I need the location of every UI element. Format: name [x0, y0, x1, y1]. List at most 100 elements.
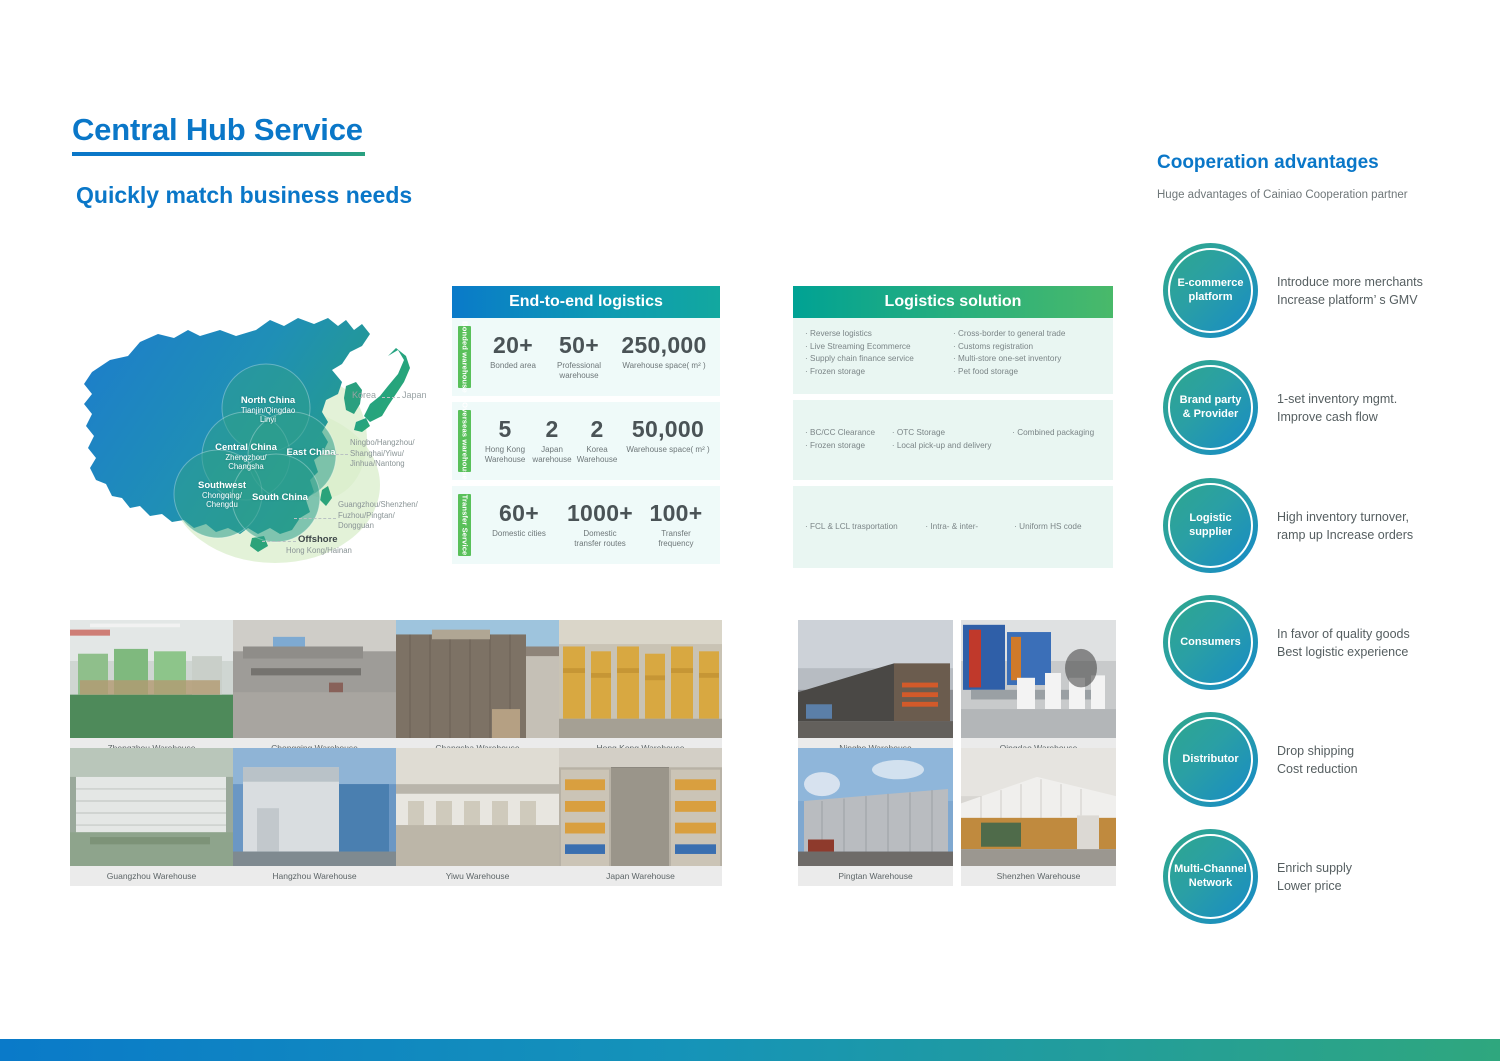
- map-offshore-name: Offshore: [298, 534, 338, 545]
- logistics-solution-panel: Logistics solution · Reverse logistics ·…: [793, 286, 1113, 568]
- stat-block: 60+ Domestic cities: [480, 500, 558, 539]
- e2e-tab-label: Bonded warehouse: [460, 321, 469, 393]
- title-underline: [72, 152, 365, 156]
- advantage-text: High inventory turnover, ramp up Increas…: [1277, 509, 1414, 542]
- stat-label: Domestic transfer routes: [574, 529, 626, 549]
- stat-number: 50+: [559, 331, 599, 358]
- ls-item: · BC/CC Clearance: [805, 428, 876, 438]
- warehouse-photo: [233, 620, 396, 738]
- ls-column: · Combined packaging: [1012, 427, 1101, 452]
- warehouse-card[interactable]: Changsha Warehouse: [396, 620, 559, 758]
- ls-column: · Reverse logistics · Live Streaming Eco…: [805, 328, 953, 379]
- warehouse-card[interactable]: Guangzhou Warehouse: [70, 748, 233, 886]
- warehouse-card[interactable]: Hong Kong Warehouse: [559, 620, 722, 758]
- ls-column: · Cross-border to general trade · Custom…: [953, 328, 1101, 379]
- end-to-end-logistics-panel: End-to-end logistics Bonded warehouse 20…: [452, 286, 720, 564]
- stat-label: Bonded area: [490, 361, 536, 371]
- advantage-label: Multi-Channel Network: [1174, 863, 1247, 889]
- advantage-text: 1-set inventory mgmt. Improve cash flow: [1277, 391, 1398, 424]
- ls-row-1: · Reverse logistics · Live Streaming Eco…: [793, 318, 1113, 394]
- cooperation-title: Cooperation advantages: [1157, 152, 1379, 173]
- warehouse-photo: [233, 748, 396, 866]
- warehouse-photo: [559, 620, 722, 738]
- advantage-label: Logistic supplier: [1189, 512, 1232, 538]
- ls-column: · Uniform HS code: [1014, 521, 1101, 534]
- stat-block: 2 Korea Warehouse: [574, 416, 620, 465]
- warehouse-card[interactable]: Zhengzhou Warehouse: [70, 620, 233, 758]
- advantage-badge[interactable]: Logistic supplier: [1163, 478, 1258, 573]
- stat-number: 1000+: [566, 499, 634, 526]
- ls-column: · Intra- & inter-: [925, 521, 1014, 534]
- ls-row-2: · BC/CC Clearance · Frozen storage · OTC…: [793, 400, 1113, 480]
- advantage-label: E-commerce platform: [1177, 277, 1244, 303]
- ls-item: · Frozen storage: [805, 367, 866, 377]
- warehouse-card[interactable]: Hangzhou Warehouse: [233, 748, 396, 886]
- stat-label: Hong Kong Warehouse: [484, 445, 526, 465]
- ls-item: · OTC Storage: [891, 428, 946, 438]
- ls-item: · Cross-border to general trade: [953, 329, 1066, 338]
- e2e-tab-label: Transfer Service: [460, 494, 469, 556]
- advantage-item-ecommerce-platform[interactable]: E-commerce platform Introduce more merch…: [1163, 243, 1500, 338]
- slide-root: Central Hub Service Quickly match busine…: [0, 0, 1500, 1061]
- stat-block: 250,000 Warehouse space( m² ): [612, 332, 716, 371]
- advantage-badge[interactable]: Consumers: [1163, 595, 1258, 690]
- warehouse-photo: [961, 620, 1116, 738]
- ls-item: · Customs registration: [953, 341, 1034, 351]
- advantage-item-consumers[interactable]: Consumers In favor of quality goods Best…: [1163, 595, 1500, 690]
- warehouse-card[interactable]: Ningbo Warehouse: [798, 620, 953, 758]
- warehouse-card[interactable]: Shenzhen Warehouse: [961, 748, 1116, 886]
- advantage-badge[interactable]: Brand party & Provider: [1163, 360, 1258, 455]
- advantage-text: Introduce more merchants Increase platfo…: [1277, 274, 1423, 307]
- leader-line-south: [294, 518, 336, 519]
- leader-line-offshore: [262, 541, 296, 542]
- stat-label: Warehouse space( m² ): [626, 445, 710, 455]
- warehouse-card[interactable]: Pingtan Warehouse: [798, 748, 953, 886]
- warehouse-caption: Pingtan Warehouse: [798, 866, 953, 886]
- stat-label: Korea Warehouse: [576, 445, 618, 465]
- warehouse-card[interactable]: Chongqing Warehouse: [233, 620, 396, 758]
- ls-row-3: · FCL & LCL trasportation · Intra- & int…: [793, 486, 1113, 568]
- ls-column: · FCL & LCL trasportation: [805, 521, 925, 534]
- stat-label: Domestic cities: [492, 529, 546, 539]
- advantage-text: Enrich supply Lower price: [1277, 860, 1353, 893]
- warehouse-photo: [396, 748, 559, 866]
- map-note-east: Ningbo/Hangzhou/ Shanghai/Yiwu/ Jinhua/N…: [350, 438, 415, 469]
- e2e-row-transfer: Transfer Service 60+ Domestic cities 100…: [452, 486, 720, 564]
- e2e-row-tab: Transfer Service: [458, 494, 471, 556]
- advantage-badge[interactable]: Multi-Channel Network: [1163, 829, 1258, 924]
- stat-number: 5: [498, 415, 512, 442]
- e2e-row-bonded: Bonded warehouse 20+ Bonded area 50+ Pro…: [452, 318, 720, 396]
- e2e-header: End-to-end logistics: [452, 286, 720, 318]
- region-name: East China: [286, 447, 336, 458]
- advantage-badge[interactable]: Distributor: [1163, 712, 1258, 807]
- ls-item: · Uniform HS code: [1014, 521, 1082, 531]
- warehouse-photo: [396, 620, 559, 738]
- region-name: South China: [252, 492, 308, 503]
- ls-item: · FCL & LCL trasportation: [805, 521, 898, 531]
- stat-label: Professional warehouse: [556, 361, 602, 381]
- ls-column: · OTC Storage · Local pick-up and delive…: [892, 427, 1012, 452]
- warehouse-card[interactable]: Japan Warehouse: [559, 748, 722, 886]
- advantage-item-distributor[interactable]: Distributor Drop shipping Cost reduction: [1163, 712, 1500, 807]
- advantage-badge[interactable]: E-commerce platform: [1163, 243, 1258, 338]
- ls-header: Logistics solution: [793, 286, 1113, 318]
- ls-item: · Combined packaging: [1012, 428, 1095, 438]
- advantage-item-brand-party[interactable]: Brand party & Provider 1-set inventory m…: [1163, 360, 1500, 455]
- warehouse-card[interactable]: Qingdao Warehouse: [961, 620, 1116, 758]
- map-offshore-cities: Hong Kong/Hainan: [286, 546, 352, 555]
- warehouse-photo: [798, 748, 953, 866]
- e2e-row-overseas: Overseas warehouse 5 Hong Kong Warehouse…: [452, 402, 720, 480]
- ls-item: · Reverse logistics: [805, 329, 872, 338]
- warehouse-card[interactable]: Yiwu Warehouse: [396, 748, 559, 886]
- advantage-item-logistic-supplier[interactable]: Logistic supplier High inventory turnove…: [1163, 478, 1500, 573]
- e2e-tab-label: Overseas warehouse: [460, 402, 469, 480]
- advantage-item-multi-channel-network[interactable]: Multi-Channel Network Enrich supply Lowe…: [1163, 829, 1500, 924]
- stat-label: Japan warehouse: [532, 445, 572, 465]
- china-map: North China Tianjin/Qingdao Linyi Centra…: [70, 290, 442, 585]
- warehouse-caption: Yiwu Warehouse: [396, 866, 559, 886]
- ls-item: · Multi-store one-set inventory: [953, 354, 1062, 364]
- map-region-south-china: South China: [240, 492, 320, 503]
- e2e-row-tab: Overseas warehouse: [458, 402, 471, 480]
- advantage-text: In favor of quality goods Best logistic …: [1277, 626, 1410, 659]
- ls-item: · Frozen storage: [805, 441, 866, 450]
